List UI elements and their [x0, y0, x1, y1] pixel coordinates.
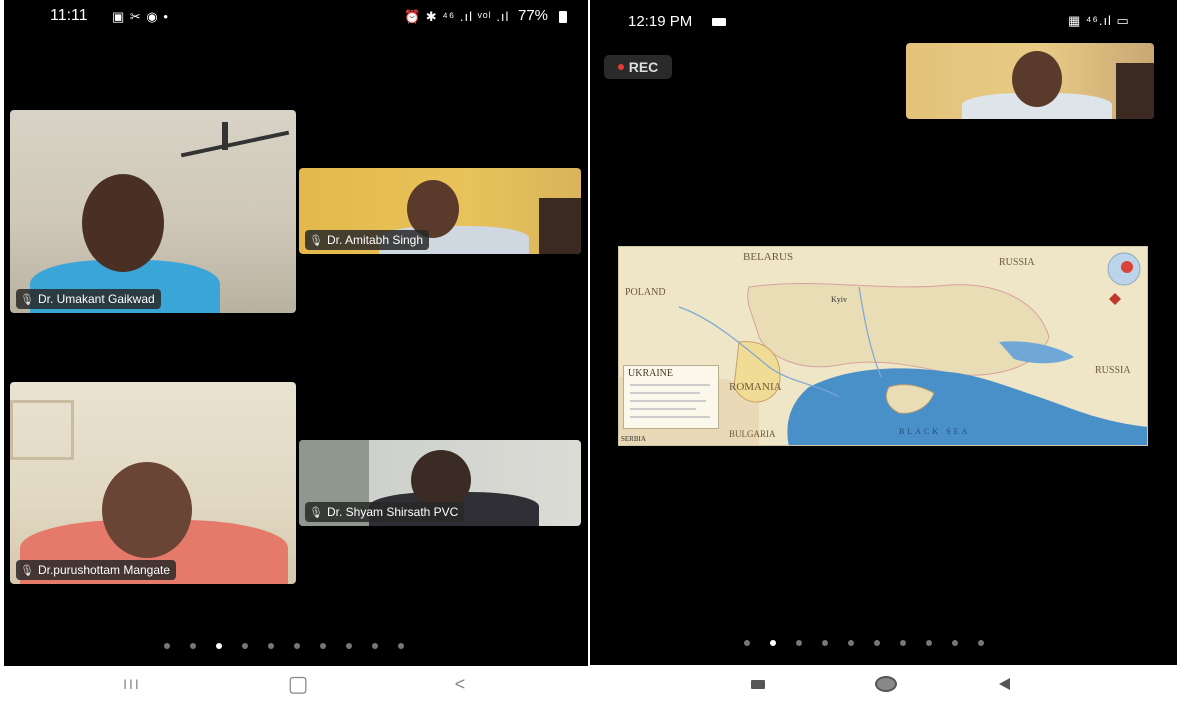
page-dot[interactable] — [796, 640, 802, 646]
camera-recording-icon — [712, 18, 726, 26]
map-label-kyiv: Kyiv — [831, 295, 847, 304]
participant-name-tag: 🎙 Dr.purushottam Mangate — [16, 560, 177, 580]
participant-tile[interactable]: 🎙 Dr. Amitabh Singh — [299, 168, 581, 254]
page-dot[interactable] — [242, 643, 248, 649]
map-label-bulgaria: BULGARIA — [729, 429, 776, 439]
map-label-romania: ROMANIA — [729, 381, 782, 393]
map-label-poland: POLAND — [625, 287, 666, 298]
status-signal-icons: ▦ ⁴⁶.ıl ▭ — [1068, 13, 1130, 28]
window-frame — [10, 400, 74, 460]
mic-muted-icon: 🎙 — [309, 507, 323, 519]
participant-tile[interactable]: 🎙 Dr. Shyam Shirsath PVC — [299, 440, 581, 526]
participant-name: Dr. Umakant Gaikwad — [37, 292, 155, 306]
left-navigation-bar: III ▢ < — [0, 666, 588, 702]
back-button[interactable] — [984, 670, 1024, 698]
mic-muted-icon: 🎙 — [20, 565, 34, 577]
page-dot[interactable] — [744, 640, 750, 646]
page-indicator[interactable] — [164, 643, 404, 649]
page-dot[interactable] — [398, 643, 404, 649]
page-dot[interactable] — [952, 640, 958, 646]
page-dot[interactable] — [190, 643, 196, 649]
page-dot[interactable] — [320, 643, 326, 649]
home-button[interactable]: ▢ — [278, 670, 318, 698]
map-label-belarus: BELARUS — [743, 251, 794, 263]
recording-label: REC — [628, 59, 659, 75]
participant-face — [102, 462, 192, 558]
page-dot-active[interactable] — [770, 640, 776, 646]
battery-percentage: 77% — [518, 7, 549, 24]
page-dot[interactable] — [926, 640, 932, 646]
map-legend-title: UKRAINE — [628, 368, 673, 379]
participant-tile[interactable]: 🎙 Dr.purushottam Mangate — [10, 382, 296, 584]
ceiling-fan-blade — [180, 130, 290, 158]
right-phone-screen: 12:19 PM ▦ ⁴⁶.ıl ▭ REC BELARUS RUSSIA PO… — [590, 0, 1177, 665]
left-phone-screen: 11:11 ▣ ✂ ◉ • ⏰ ✱ ⁴⁶ .ıl ᵛᵒˡ .ıl 77% 🎙 Dr… — [4, 0, 588, 666]
participant-face — [411, 450, 471, 510]
page-dot[interactable] — [874, 640, 880, 646]
shelf — [539, 198, 581, 254]
page-dot[interactable] — [164, 643, 170, 649]
status-signal-icons: ⏰ ✱ ⁴⁶ .ıl ᵛᵒˡ .ıl — [404, 9, 510, 24]
map-label-black-sea: BLACK SEA — [899, 427, 971, 436]
recording-dot-icon — [617, 64, 624, 70]
ceiling-fan-rod — [222, 122, 228, 150]
recording-indicator: REC — [604, 55, 672, 79]
page-dot[interactable] — [346, 643, 352, 649]
legend-row — [630, 416, 710, 418]
recents-button[interactable]: III — [112, 670, 152, 698]
status-time: 12:19 PM — [628, 13, 693, 30]
participant-name-tag: 🎙 Dr. Amitabh Singh — [305, 230, 430, 250]
page-dot[interactable] — [372, 643, 378, 649]
back-triangle-icon — [998, 678, 1010, 690]
speaker-face — [1012, 51, 1062, 107]
right-navigation-bar — [590, 666, 1177, 702]
legend-row — [630, 408, 696, 410]
home-circle-icon — [875, 676, 897, 692]
mic-muted-icon: 🎙 — [20, 294, 34, 306]
map-label-russia-right: RUSSIA — [1095, 365, 1131, 376]
map-label-serbia: SERBIA — [621, 435, 646, 443]
shared-screen-map[interactable]: BELARUS RUSSIA POLAND RUSSIA Kyiv ROMANI… — [618, 246, 1148, 446]
participant-name-tag: 🎙 Dr. Umakant Gaikwad — [16, 289, 161, 309]
shelf — [1116, 63, 1154, 119]
participant-name: Dr.purushottam Mangate — [37, 563, 171, 577]
recents-button[interactable] — [738, 670, 778, 698]
legend-row — [630, 400, 706, 402]
back-button[interactable]: < — [440, 670, 480, 698]
home-button[interactable] — [866, 670, 906, 698]
status-notification-icons: ▣ ✂ ◉ • — [112, 9, 169, 24]
page-dot[interactable] — [900, 640, 906, 646]
participant-name: Dr. Shyam Shirsath PVC — [326, 505, 459, 519]
participant-face — [82, 174, 164, 272]
participant-tile[interactable]: 🎙 Dr. Umakant Gaikwad — [10, 110, 296, 313]
map-legend: UKRAINE — [623, 365, 719, 429]
mic-muted-icon: 🎙 — [309, 235, 323, 247]
map-label-russia-top: RUSSIA — [999, 257, 1035, 268]
page-dot-active[interactable] — [216, 643, 222, 649]
participant-name-tag: 🎙 Dr. Shyam Shirsath PVC — [305, 502, 465, 522]
page-dot[interactable] — [822, 640, 828, 646]
legend-row — [630, 392, 700, 394]
page-indicator[interactable] — [744, 640, 984, 646]
status-time: 11:11 — [50, 7, 88, 24]
recents-square-icon — [751, 679, 765, 689]
participant-name: Dr. Amitabh Singh — [326, 233, 424, 247]
page-dot[interactable] — [848, 640, 854, 646]
speaker-video-tile[interactable] — [906, 43, 1154, 119]
legend-row — [630, 384, 710, 386]
battery-icon — [559, 11, 567, 23]
page-dot[interactable] — [978, 640, 984, 646]
page-dot[interactable] — [268, 643, 274, 649]
page-dot[interactable] — [294, 643, 300, 649]
